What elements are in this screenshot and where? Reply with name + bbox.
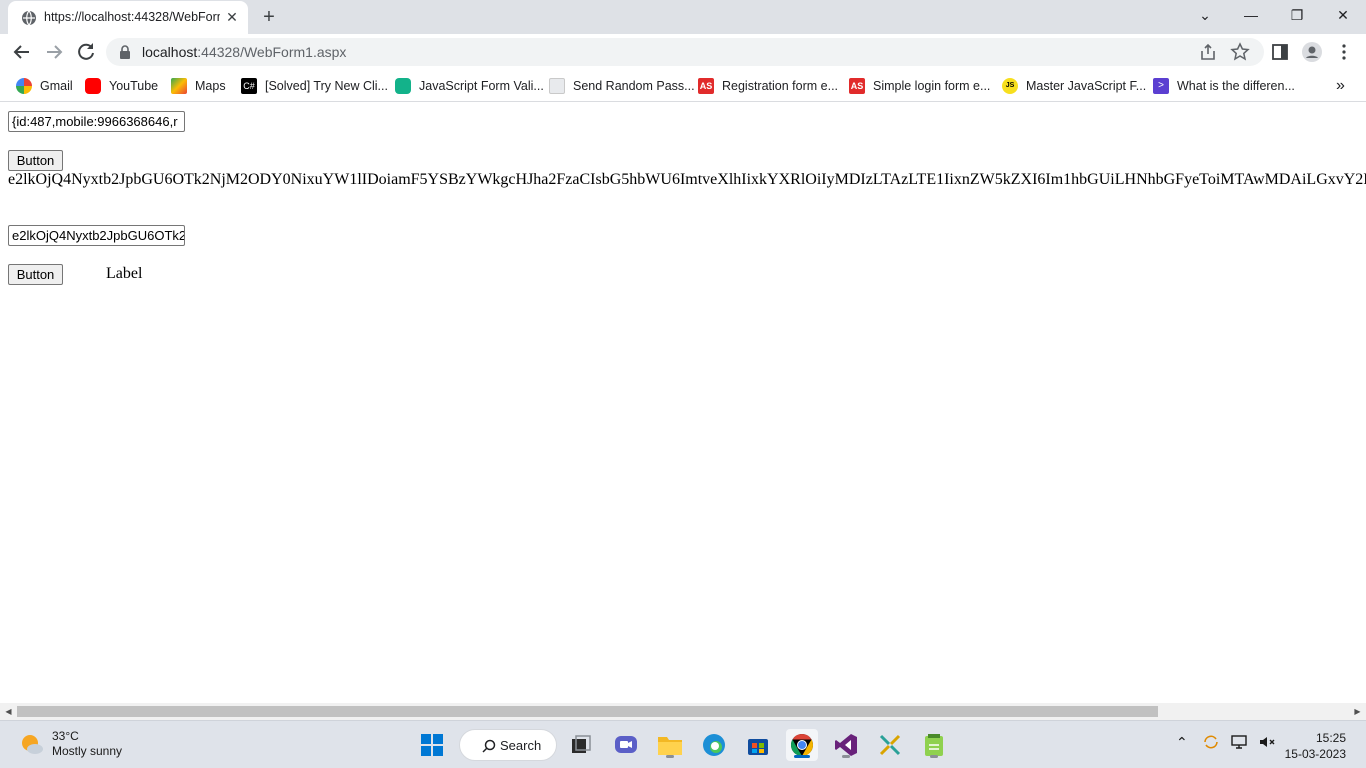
terminal-icon: >: [1153, 78, 1169, 94]
reload-icon[interactable]: [74, 40, 98, 64]
taskbar-search[interactable]: Search: [459, 729, 557, 761]
search-icon: [482, 739, 496, 753]
url-text: localhost:44328/WebForm1.aspx: [142, 44, 347, 60]
menu-kebab-icon[interactable]: [1334, 42, 1354, 62]
side-panel-icon[interactable]: [1270, 42, 1290, 62]
bookmark-registration[interactable]: AS Registration form e...: [698, 76, 838, 96]
visual-studio-icon: [835, 734, 857, 756]
restore-icon[interactable]: ❐: [1283, 4, 1311, 26]
folder-icon: [658, 737, 682, 755]
doc-icon: [549, 78, 565, 94]
bookmark-login[interactable]: AS Simple login form e...: [849, 76, 990, 96]
tab-strip: https://localhost:44328/WebForm ✕ + ⌄ — …: [0, 0, 1366, 34]
chat-icon: [615, 736, 637, 753]
browser-tab[interactable]: https://localhost:44328/WebForm ✕: [8, 1, 248, 34]
as-icon: AS: [849, 78, 865, 94]
textbox1[interactable]: {id:487,mobile:9966368646,r: [8, 111, 185, 132]
bookmark-master-js[interactable]: JS Master JavaScript F...: [1002, 76, 1146, 96]
edge-icon: [703, 734, 725, 756]
chat-app-button[interactable]: [610, 729, 642, 761]
notepad-icon: [925, 734, 943, 756]
minimize-icon[interactable]: —: [1237, 4, 1265, 26]
address-bar[interactable]: localhost:44328/WebForm1.aspx: [106, 38, 1264, 66]
bookmark-gmail[interactable]: Gmail: [16, 76, 73, 96]
bookmarks-bar: Gmail YouTube Maps C# [Solved] Try New Cl…: [0, 70, 1366, 102]
sync-icon[interactable]: [1202, 733, 1220, 751]
store-icon: [748, 739, 768, 755]
label1: Label: [106, 265, 143, 282]
gmail-icon: [16, 78, 32, 94]
weather-desc: Mostly sunny: [52, 744, 123, 758]
js-icon: JS: [1002, 78, 1018, 94]
scrollbar-thumb[interactable]: [17, 706, 1158, 717]
bookmark-random-pass[interactable]: Send Random Pass...: [549, 76, 695, 96]
as-icon: AS: [698, 78, 714, 94]
tab-search-icon[interactable]: ⌄: [1191, 4, 1219, 26]
taskbar: 33°C Mostly sunny Search ⌃ 15:25 15-03-2…: [0, 720, 1366, 768]
volume-muted-icon[interactable]: [1258, 733, 1276, 751]
scroll-right-icon[interactable]: ▶: [1352, 706, 1363, 717]
button1[interactable]: Button: [8, 150, 63, 171]
bookmark-difference[interactable]: > What is the differen...: [1153, 76, 1295, 96]
chrome-icon: [791, 734, 813, 756]
show-hidden-icons-icon[interactable]: ⌃: [1176, 734, 1188, 751]
partly-sunny-icon: [22, 735, 43, 754]
weather-temp: 33°C: [52, 729, 79, 743]
share-icon[interactable]: [1198, 42, 1218, 62]
browser-toolbar: localhost:44328/WebForm1.aspx: [0, 34, 1366, 70]
bookmark-youtube[interactable]: YouTube: [85, 76, 158, 96]
bookmark-js-form[interactable]: JavaScript Form Vali...: [395, 76, 544, 96]
more-bookmarks-icon[interactable]: »: [1336, 76, 1345, 96]
notepad-button[interactable]: [918, 729, 950, 761]
bookmark-star-icon[interactable]: [1230, 42, 1250, 62]
clock-time: 15:25: [1315, 731, 1346, 745]
back-icon[interactable]: [10, 40, 34, 64]
task-view-button[interactable]: [565, 729, 597, 761]
clock-date: 15-03-2023: [1284, 747, 1346, 761]
tab-title: https://localhost:44328/WebForm: [44, 10, 220, 24]
maps-icon: [171, 78, 187, 94]
horizontal-scrollbar[interactable]: ◀ ▶: [0, 703, 1366, 720]
globe-icon: [22, 10, 36, 26]
clock[interactable]: 15:25 15-03-2023: [1280, 730, 1346, 762]
page-content: {id:487,mobile:9966368646,r Button e2lkO…: [0, 103, 1366, 703]
forward-icon[interactable]: [42, 40, 66, 64]
new-tab-icon[interactable]: +: [258, 6, 280, 28]
button2[interactable]: Button: [8, 264, 63, 285]
csharp-icon: C#: [241, 78, 257, 94]
textbox2[interactable]: e2lkOjQ4Nyxtb2JpbGU6OTk2: [8, 225, 185, 246]
weather-widget[interactable]: 33°C Mostly sunny: [20, 729, 122, 759]
lock-icon[interactable]: [118, 45, 132, 59]
youtube-icon: [85, 78, 101, 94]
tools-icon: [879, 734, 901, 756]
file-explorer-button[interactable]: [654, 729, 686, 761]
network-icon[interactable]: [1230, 733, 1248, 751]
app-tool-button[interactable]: [874, 729, 906, 761]
profile-avatar-icon[interactable]: [1302, 42, 1322, 62]
visual-studio-button[interactable]: [830, 729, 862, 761]
edge-button[interactable]: [698, 729, 730, 761]
task-view-icon: [572, 735, 591, 753]
store-button[interactable]: [742, 729, 774, 761]
shield-icon: [395, 78, 411, 94]
bookmark-solved[interactable]: C# [Solved] Try New Cli...: [241, 76, 388, 96]
close-tab-icon[interactable]: ✕: [224, 9, 240, 25]
close-window-icon[interactable]: ✕: [1329, 4, 1357, 26]
windows-icon: [421, 734, 443, 756]
start-button[interactable]: [416, 729, 448, 761]
system-tray: ⌃: [1176, 733, 1276, 751]
encoded-output-text: e2lkOjQ4Nyxtb2JpbGU6OTk2NjM2ODY0NixuYW1l…: [8, 171, 1366, 188]
bookmark-maps[interactable]: Maps: [171, 76, 226, 96]
chrome-button[interactable]: [786, 729, 818, 761]
scroll-left-icon[interactable]: ◀: [3, 706, 14, 717]
